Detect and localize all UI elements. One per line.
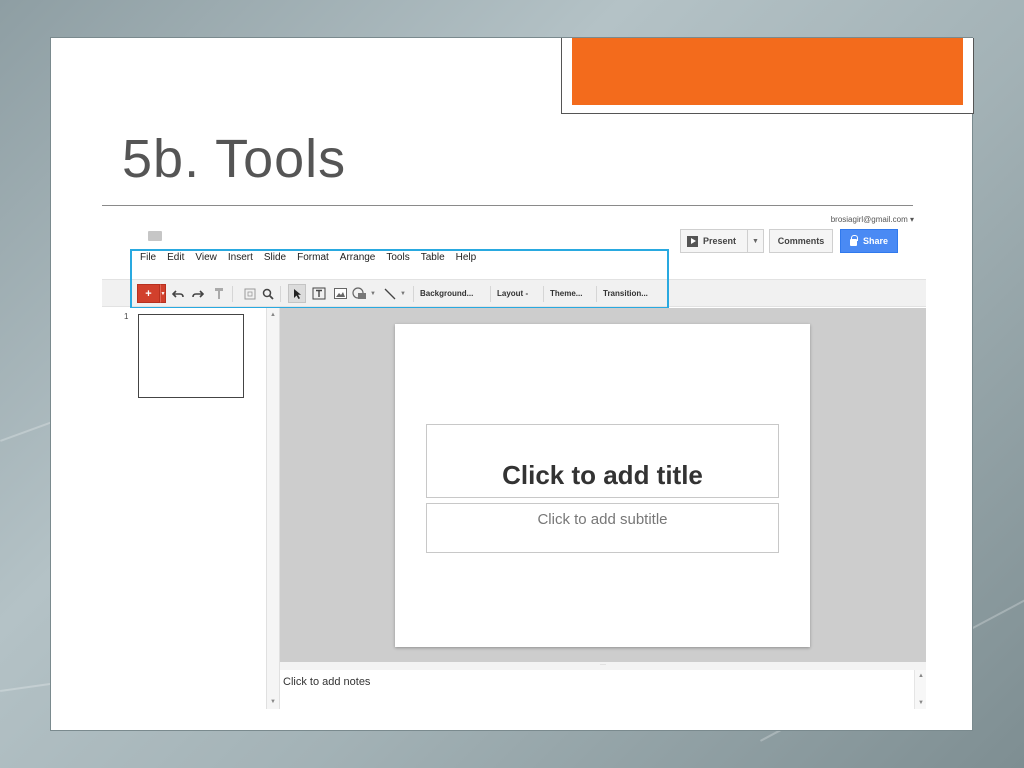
present-dropdown-button[interactable]: ▼ <box>747 229 764 253</box>
comments-button[interactable]: Comments <box>769 229 833 253</box>
speaker-notes-field[interactable]: Click to add notes <box>280 670 926 709</box>
notes-resize-handle[interactable]: ··· <box>280 662 926 670</box>
folder-icon[interactable] <box>148 231 162 241</box>
play-icon <box>687 235 698 247</box>
notes-scrollbar[interactable]: ▲ ▼ <box>914 670 926 709</box>
scroll-up-icon[interactable]: ▲ <box>918 673 924 679</box>
accent-banner-fill <box>572 38 963 105</box>
share-button[interactable]: Share <box>840 229 898 253</box>
filmstrip-scrollbar[interactable]: ▲ ▼ <box>266 308 280 709</box>
slide-page[interactable]: Click to add title Click to add subtitle <box>395 324 810 647</box>
tools-highlight-box <box>130 249 669 309</box>
slide-canvas: Click to add title Click to add subtitle <box>280 308 926 662</box>
account-email[interactable]: brosiagirl@gmail.com ▾ <box>831 215 914 224</box>
present-button[interactable]: Present <box>680 229 748 253</box>
subtitle-placeholder[interactable]: Click to add subtitle <box>426 503 779 553</box>
google-slides-screenshot: brosiagirl@gmail.com ▾ File Edit View In… <box>102 206 926 709</box>
lock-icon <box>849 235 858 246</box>
slide-thumbnail[interactable] <box>138 314 244 398</box>
accent-banner <box>561 38 974 114</box>
scroll-up-icon[interactable]: ▲ <box>270 312 276 318</box>
present-label: Present <box>703 236 737 246</box>
slide-number: 1 <box>124 312 129 321</box>
title-placeholder[interactable]: Click to add title <box>426 424 779 498</box>
scroll-down-icon[interactable]: ▼ <box>918 700 924 706</box>
share-label: Share <box>862 236 888 246</box>
slide-title: 5b. Tools <box>122 129 347 189</box>
scroll-down-icon[interactable]: ▼ <box>270 699 276 705</box>
